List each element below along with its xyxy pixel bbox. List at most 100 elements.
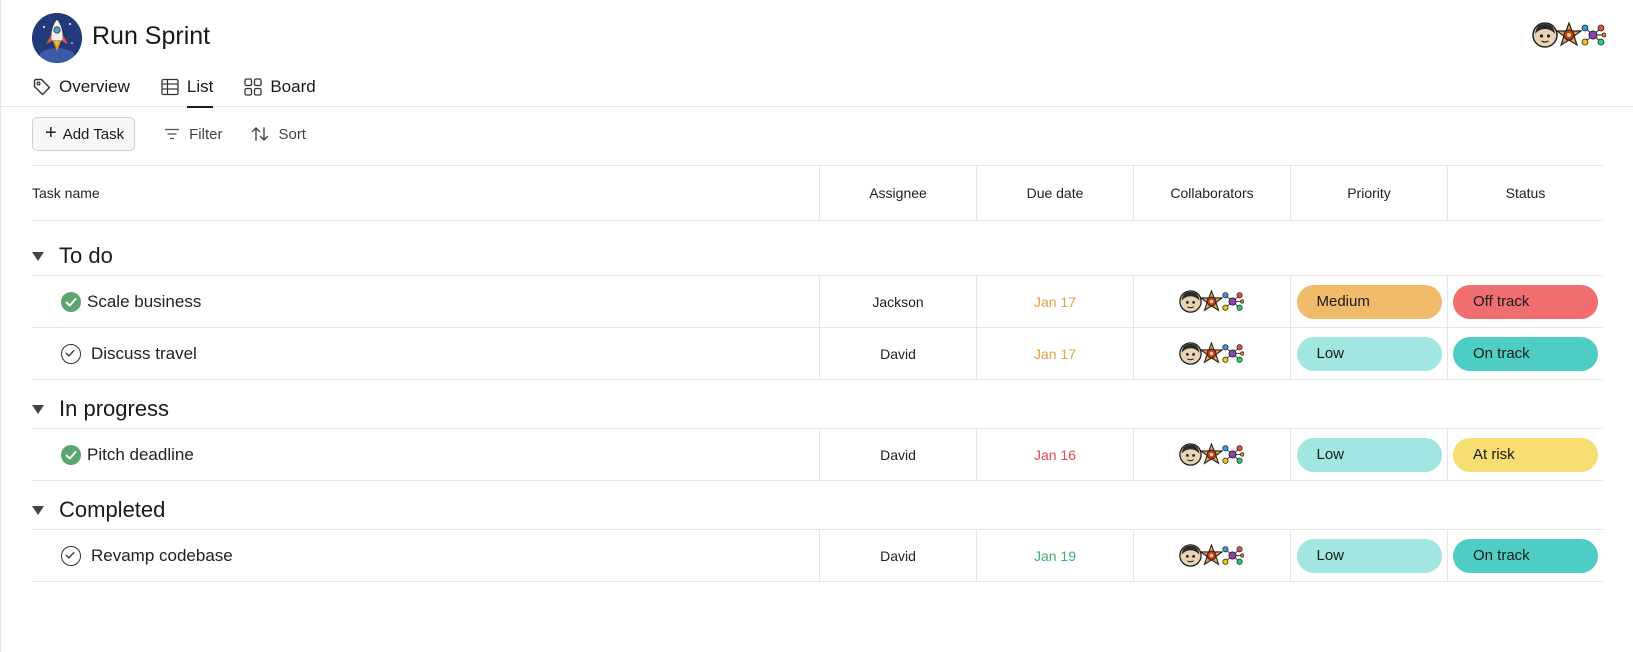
due-date: Jan 16 bbox=[1033, 446, 1077, 463]
sort-label: Sort bbox=[278, 125, 306, 143]
avatar bbox=[1580, 22, 1606, 48]
grid-icon bbox=[244, 78, 262, 96]
status-cell: At risk bbox=[1447, 429, 1603, 480]
section-title: In progress bbox=[59, 396, 170, 421]
avatar bbox=[1532, 22, 1558, 48]
page-title: Run Sprint bbox=[92, 22, 211, 50]
due-date-cell[interactable]: Jan 17 bbox=[976, 276, 1133, 327]
page: Run Sprint Overview List Board + Add Tas… bbox=[0, 0, 1633, 652]
tab-overview[interactable]: Overview bbox=[32, 72, 130, 102]
assignee-cell[interactable]: David bbox=[819, 530, 976, 581]
collaborator-avatars bbox=[1181, 342, 1244, 365]
task-name[interactable]: Discuss travel bbox=[91, 344, 197, 364]
tab-label: List bbox=[186, 77, 214, 96]
sort-icon bbox=[252, 127, 269, 141]
tab-label: Overview bbox=[59, 77, 130, 96]
column-header-priority[interactable]: Priority bbox=[1290, 166, 1447, 220]
rocket-icon bbox=[32, 13, 82, 63]
assignee-cell[interactable]: David bbox=[819, 429, 976, 480]
due-date: Jan 17 bbox=[1033, 293, 1077, 310]
caret-down-icon[interactable] bbox=[32, 405, 44, 414]
assignee-cell[interactable]: David bbox=[819, 328, 976, 379]
avatar bbox=[1179, 544, 1202, 567]
check-complete-icon[interactable] bbox=[61, 444, 81, 465]
add-task-label: Add Task bbox=[62, 125, 125, 143]
task-name-cell: Revamp codebase bbox=[32, 530, 819, 581]
status-badge[interactable]: Off track bbox=[1453, 284, 1598, 319]
header: Run Sprint Overview List Board bbox=[1, 0, 1633, 108]
caret-down-icon[interactable] bbox=[32, 252, 44, 261]
avatar bbox=[1221, 544, 1244, 567]
tab-label: Board bbox=[270, 77, 316, 96]
avatar bbox=[1200, 544, 1223, 567]
collaborators-cell[interactable] bbox=[1133, 328, 1290, 379]
table-header: Task name Assignee Due date Collaborator… bbox=[32, 165, 1603, 221]
avatar bbox=[1200, 443, 1223, 466]
column-header-due-date[interactable]: Due date bbox=[976, 166, 1133, 220]
check-complete-icon[interactable] bbox=[61, 291, 81, 312]
section-header-completed: Completed bbox=[32, 481, 1603, 530]
avatar bbox=[1221, 342, 1244, 365]
column-header-status[interactable]: Status bbox=[1447, 166, 1603, 220]
check-incomplete-icon[interactable] bbox=[61, 545, 81, 566]
due-date: Jan 19 bbox=[1033, 547, 1077, 564]
section-title: To do bbox=[59, 243, 113, 268]
task-name[interactable]: Pitch deadline bbox=[87, 445, 194, 465]
avatar bbox=[1179, 342, 1202, 365]
filter-label: Filter bbox=[189, 125, 223, 143]
status-cell: On track bbox=[1447, 328, 1603, 379]
status-badge[interactable]: At risk bbox=[1453, 437, 1598, 472]
column-header-assignee[interactable]: Assignee bbox=[819, 166, 976, 220]
view-tabs: Overview List Board bbox=[32, 72, 346, 108]
collaborators-cell[interactable] bbox=[1133, 429, 1290, 480]
due-date-cell[interactable]: Jan 16 bbox=[976, 429, 1133, 480]
check-incomplete-icon[interactable] bbox=[61, 343, 81, 364]
avatar bbox=[1556, 22, 1582, 48]
task-table: Task name Assignee Due date Collaborator… bbox=[32, 165, 1603, 582]
due-date: Jan 17 bbox=[1033, 345, 1077, 362]
priority-badge[interactable]: Low bbox=[1296, 437, 1442, 472]
collaborator-avatars bbox=[1181, 443, 1244, 466]
avatar bbox=[1200, 290, 1223, 313]
section-title: Completed bbox=[59, 497, 166, 522]
column-header-collaborators[interactable]: Collaborators bbox=[1133, 166, 1290, 220]
table-row[interactable]: Pitch deadline David Jan 16 Low At risk bbox=[32, 429, 1603, 481]
avatar bbox=[1221, 443, 1244, 466]
priority-badge[interactable]: Low bbox=[1296, 538, 1442, 573]
sort-button[interactable]: Sort bbox=[250, 125, 306, 143]
table-row[interactable]: Revamp codebase David Jan 19 Low On trac… bbox=[32, 530, 1603, 582]
status-cell: On track bbox=[1447, 530, 1603, 581]
task-name-cell: Scale business bbox=[32, 276, 819, 327]
priority-cell: Medium bbox=[1290, 276, 1447, 327]
tag-icon bbox=[33, 78, 51, 96]
avatar bbox=[1179, 290, 1202, 313]
plus-icon: + bbox=[45, 121, 57, 144]
task-name[interactable]: Scale business bbox=[87, 292, 201, 312]
priority-badge[interactable]: Medium bbox=[1296, 284, 1442, 319]
project-members[interactable] bbox=[1534, 22, 1606, 48]
tab-board[interactable]: Board bbox=[243, 72, 316, 102]
caret-down-icon[interactable] bbox=[32, 506, 44, 515]
tab-list[interactable]: List bbox=[160, 72, 214, 108]
collaborators-cell[interactable] bbox=[1133, 530, 1290, 581]
task-name[interactable]: Revamp codebase bbox=[91, 546, 233, 566]
due-date-cell[interactable]: Jan 17 bbox=[976, 328, 1133, 379]
status-badge[interactable]: On track bbox=[1453, 336, 1598, 371]
avatar bbox=[1221, 290, 1244, 313]
assignee-cell[interactable]: Jackson bbox=[819, 276, 976, 327]
due-date-cell[interactable]: Jan 19 bbox=[976, 530, 1133, 581]
toolbar: + Add Task Filter Sort bbox=[32, 117, 306, 151]
column-header-task-name[interactable]: Task name bbox=[32, 166, 819, 220]
section-header-in-progress: In progress bbox=[32, 380, 1603, 429]
collaborators-cell[interactable] bbox=[1133, 276, 1290, 327]
priority-badge[interactable]: Low bbox=[1296, 336, 1442, 371]
table-row[interactable]: Discuss travel David Jan 17 Low On track bbox=[32, 328, 1603, 380]
add-task-button[interactable]: + Add Task bbox=[32, 117, 136, 151]
status-badge[interactable]: On track bbox=[1453, 538, 1598, 573]
table-row[interactable]: Scale business Jackson Jan 17 Medium Off… bbox=[32, 276, 1603, 328]
priority-cell: Low bbox=[1290, 429, 1447, 480]
collaborator-avatars bbox=[1181, 544, 1244, 567]
filter-button[interactable]: Filter bbox=[163, 125, 222, 143]
status-cell: Off track bbox=[1447, 276, 1603, 327]
section-header-to-do: To do bbox=[32, 221, 1603, 276]
